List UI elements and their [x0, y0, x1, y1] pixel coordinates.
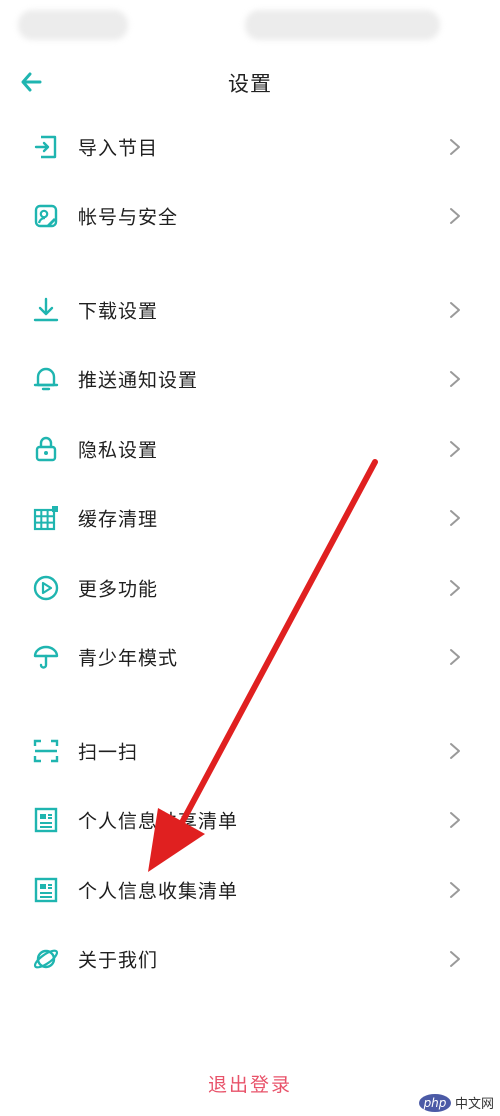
menu-item-2-1[interactable]: 个人信息共享清单	[0, 786, 500, 856]
menu-item-1-2[interactable]: 隐私设置	[0, 414, 500, 484]
chevron-right-icon	[448, 301, 462, 319]
menu-item-2-3[interactable]: 关于我们	[0, 925, 500, 995]
bell-icon	[32, 365, 60, 393]
menu-item-label: 青少年模式	[78, 647, 179, 670]
menu-item-label: 个人信息共享清单	[78, 810, 239, 833]
watermark-badge: php	[418, 1093, 451, 1112]
status-bar-blurred-left	[18, 10, 128, 40]
menu-item-0-1[interactable]: 帐号与安全	[0, 182, 500, 252]
watermark: php 中文网	[418, 1093, 494, 1112]
document-list-icon	[32, 806, 60, 834]
chevron-right-icon	[448, 742, 462, 760]
menu-item-label: 下载设置	[78, 300, 159, 323]
menu-item-2-2[interactable]: 个人信息收集清单	[0, 855, 500, 925]
chevron-right-icon	[448, 648, 462, 666]
chevron-right-icon	[448, 950, 462, 968]
menu-item-1-5[interactable]: 青少年模式	[0, 623, 500, 693]
menu-item-2-0[interactable]: 扫一扫	[0, 716, 500, 786]
menu-item-1-0[interactable]: 下载设置	[0, 275, 500, 345]
menu-item-1-3[interactable]: 缓存清理	[0, 484, 500, 554]
menu-item-label: 个人信息收集清单	[78, 880, 239, 903]
lock-icon	[32, 435, 60, 463]
planet-icon	[32, 945, 60, 973]
header: 设置	[0, 52, 500, 112]
menu-item-label: 导入节目	[78, 137, 159, 160]
umbrella-icon	[32, 643, 60, 671]
menu-item-label: 关于我们	[78, 949, 159, 972]
menu-item-label: 扫一扫	[78, 741, 139, 764]
chevron-right-icon	[448, 440, 462, 458]
download-icon	[32, 296, 60, 324]
status-bar	[0, 0, 500, 50]
scan-icon	[32, 737, 60, 765]
chevron-right-icon	[448, 811, 462, 829]
chevron-right-icon	[448, 138, 462, 156]
import-icon	[32, 133, 60, 161]
menu-item-label: 帐号与安全	[78, 206, 179, 229]
account-security-icon	[32, 202, 60, 230]
settings-menu: 导入节目帐号与安全下载设置推送通知设置 隐私设置缓存清理更多功能青少年模式扫一扫个…	[0, 112, 500, 994]
chevron-right-icon	[448, 579, 462, 597]
menu-item-label: 推送通知设置	[78, 369, 199, 392]
document-list-icon	[32, 876, 60, 904]
menu-item-1-1[interactable]: 推送通知设置	[0, 345, 500, 415]
grid-cache-icon	[32, 504, 60, 532]
chevron-right-icon	[448, 881, 462, 899]
status-bar-blurred-right	[245, 10, 440, 40]
menu-item-label: 隐私设置	[78, 439, 159, 462]
chevron-right-icon	[448, 509, 462, 527]
watermark-text: 中文网	[454, 1097, 494, 1112]
page-title: 设置	[228, 72, 272, 96]
menu-item-label: 缓存清理	[78, 508, 159, 531]
play-circle-icon	[32, 574, 60, 602]
chevron-right-icon	[448, 207, 462, 225]
chevron-right-icon	[448, 370, 462, 388]
menu-item-label: 更多功能	[78, 578, 159, 601]
menu-item-0-0[interactable]: 导入节目	[0, 112, 500, 182]
menu-item-1-4[interactable]: 更多功能	[0, 553, 500, 623]
